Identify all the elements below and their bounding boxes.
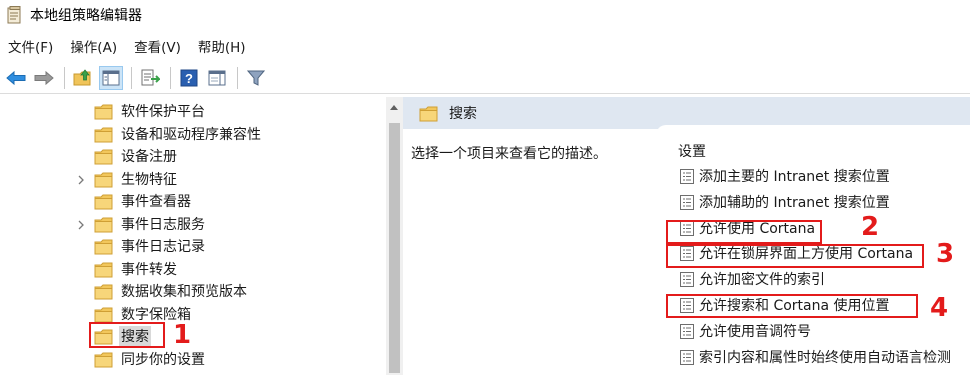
policy-setting-label: 允许加密文件的索引 [699, 272, 825, 288]
tree-item-label: 事件日志服务 [121, 216, 205, 233]
tree-item-label: 事件日志记录 [121, 239, 205, 255]
annotation-number-2: 2 [861, 212, 880, 242]
filter-button[interactable] [244, 66, 268, 90]
toolbar-separator [237, 66, 238, 89]
highlight-box-location [666, 294, 918, 318]
menu-help[interactable]: 帮助(H) [190, 36, 255, 56]
tree-item[interactable]: 事件日志记录 [0, 235, 386, 257]
highlight-box-cortana [666, 220, 822, 244]
folder-icon [94, 149, 114, 169]
toolbar-separator [131, 66, 132, 89]
title-bar: 本地组策略编辑器 [0, 0, 970, 30]
folder-icon [94, 284, 114, 304]
highlight-box-search [89, 322, 165, 348]
policy-setting-row[interactable]: 添加辅助的 Intranet 搜索位置 [661, 191, 970, 213]
policy-setting-icon [680, 350, 694, 369]
policy-setting-row[interactable]: 允许使用音调符号 [661, 320, 970, 342]
scroll-up-arrow-icon[interactable] [390, 105, 398, 110]
policy-setting-label: 添加辅助的 Intranet 搜索位置 [699, 195, 890, 211]
policy-setting-label: 添加主要的 Intranet 搜索位置 [699, 169, 890, 185]
chevron-right-icon[interactable] [76, 174, 86, 184]
action-pane-icon [208, 70, 226, 85]
show-hide-action-pane-button[interactable] [205, 66, 229, 90]
folder-icon [419, 106, 439, 126]
window-title: 本地组策略编辑器 [30, 8, 142, 24]
help-question-icon: ? [180, 69, 198, 86]
chevron-right-icon[interactable] [76, 219, 86, 229]
tree-item-label: 数据收集和预览版本 [121, 284, 247, 300]
policy-setting-label: 允许使用音调符号 [699, 324, 811, 340]
item-description: 选择一个项目来查看它的描述。 [411, 146, 607, 162]
policy-setting-row[interactable]: 允许加密文件的索引 [661, 268, 970, 290]
policy-setting-icon [680, 272, 694, 291]
console-tree: 软件保护平台设备和驱动程序兼容性 设备注册生物特征事件查看器事件日志服务 事件日志记… [0, 97, 386, 375]
tree-item[interactable]: 设备注册 [0, 145, 386, 167]
tree-item-label: 事件转发 [121, 261, 177, 278]
tree-item[interactable]: 事件转发 [0, 258, 386, 280]
tree-item-label: 同步你的设置 [121, 351, 205, 368]
back-arrow-icon [6, 70, 26, 85]
policy-setting-label: 索引内容和属性时始终使用自动语言检测 [699, 350, 951, 366]
tree-item-label: 设备注册 [121, 149, 177, 165]
toolbar-separator [64, 66, 65, 89]
policy-setting-icon [680, 195, 694, 214]
back-button[interactable] [4, 66, 28, 90]
tree-item[interactable]: 设备和驱动程序兼容性 [0, 123, 386, 145]
tree-item[interactable]: 生物特征 [0, 168, 386, 190]
gpedit-app-icon [7, 6, 23, 24]
tree-item[interactable]: 数字保险箱 [0, 303, 386, 325]
policy-setting-row[interactable]: 添加主要的 Intranet 搜索位置 [661, 165, 970, 187]
folder-icon [94, 104, 114, 124]
settings-column-header[interactable]: 设置 [678, 141, 706, 161]
policy-setting-icon [680, 169, 694, 188]
filter-funnel-icon [247, 70, 265, 86]
folder-icon [94, 239, 114, 259]
tree-item[interactable]: 事件日志服务 [0, 213, 386, 235]
folder-icon [94, 262, 114, 282]
annotation-number-3: 3 [936, 239, 955, 269]
annotation-number-4: 4 [930, 293, 949, 323]
menu-file[interactable]: 文件(F) [0, 36, 62, 56]
tree-item-label: 事件查看器 [121, 194, 191, 210]
menu-view[interactable]: 查看(V) [126, 36, 190, 56]
annotation-number-1: 1 [173, 320, 192, 350]
folder-icon [94, 172, 114, 192]
tree-item[interactable]: 软件保护平台 [0, 100, 386, 122]
up-one-level-button[interactable] [71, 66, 95, 90]
policy-setting-icon [680, 324, 694, 343]
help-button[interactable]: ? [177, 66, 201, 90]
details-title: 搜索 [449, 106, 477, 122]
toolbar-separator [170, 66, 171, 89]
tree-item-label: 生物特征 [121, 171, 177, 188]
forward-arrow-icon [34, 70, 54, 85]
forward-button[interactable] [32, 66, 56, 90]
folder-icon [94, 127, 114, 147]
export-list-button[interactable] [138, 66, 162, 90]
scrollbar-thumb[interactable] [389, 123, 400, 373]
tree-item[interactable]: 搜索 [0, 325, 386, 347]
toolbar: ? [0, 62, 970, 94]
menu-bar: 文件(F) 操作(A) 查看(V) 帮助(H) [0, 34, 255, 58]
tree-item-label: 设备和驱动程序兼容性 [121, 126, 261, 143]
tree-item[interactable]: 同步你的设置 [0, 348, 386, 370]
export-list-icon [141, 69, 160, 85]
svg-text:?: ? [185, 71, 193, 86]
tree-item[interactable]: 事件查看器 [0, 190, 386, 212]
tree-item[interactable]: 数据收集和预览版本 [0, 280, 386, 302]
folder-up-icon [73, 68, 91, 85]
console-tree-icon [102, 70, 120, 85]
folder-icon [94, 194, 114, 214]
tree-scrollbar[interactable] [386, 97, 403, 375]
folder-icon [94, 217, 114, 237]
folder-icon [94, 352, 114, 372]
show-hide-tree-button[interactable] [99, 65, 123, 90]
tree-item-label: 软件保护平台 [121, 104, 205, 120]
standard-tab-edge [656, 125, 970, 135]
policy-setting-row[interactable]: 索引内容和属性时始终使用自动语言检测 [661, 346, 970, 368]
menu-action[interactable]: 操作(A) [62, 36, 126, 56]
highlight-box-lockscreen-cortana [666, 244, 924, 268]
